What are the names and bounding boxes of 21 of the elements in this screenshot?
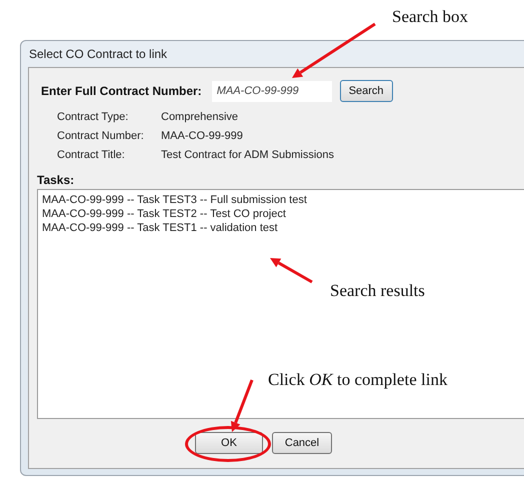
contract-number-field[interactable]: MAA-CO-99-999 bbox=[212, 80, 332, 102]
arrow bbox=[270, 258, 313, 284]
cancel-button[interactable]: Cancel bbox=[272, 432, 332, 454]
tasks-label: Tasks: bbox=[37, 173, 76, 187]
search-button[interactable]: Search bbox=[340, 80, 393, 102]
callout-text: Search results bbox=[330, 281, 425, 301]
detail-value: MAA-CO-99-999 bbox=[161, 130, 244, 142]
ok-button[interactable]: OK bbox=[195, 432, 263, 454]
task-item[interactable]: MAA-CO-99-999 -- Task TEST3 -- Full submission test bbox=[41, 193, 524, 207]
arrow bbox=[230, 379, 254, 432]
task-item[interactable]: MAA-CO-99-999 -- Task TEST2 -- Test CO project bbox=[41, 207, 524, 221]
window-title: Select CO Contract to link bbox=[28, 46, 168, 63]
task-item[interactable]: MAA-CO-99-999 -- Task TEST1 -- validation test bbox=[41, 221, 524, 235]
field-label: Enter Full Contract Number: bbox=[41, 84, 202, 98]
detail-value: Comprehensive bbox=[161, 111, 240, 123]
callout-text: Click OK to complete link bbox=[268, 370, 448, 390]
detail-value: Test Contract for ADM Submissions bbox=[161, 149, 336, 161]
detail-label: Contract Title: bbox=[57, 149, 126, 161]
detail-label: Contract Type: bbox=[57, 111, 130, 123]
detail-label: Contract Number: bbox=[57, 130, 145, 142]
callout-text: Search box bbox=[392, 7, 468, 27]
